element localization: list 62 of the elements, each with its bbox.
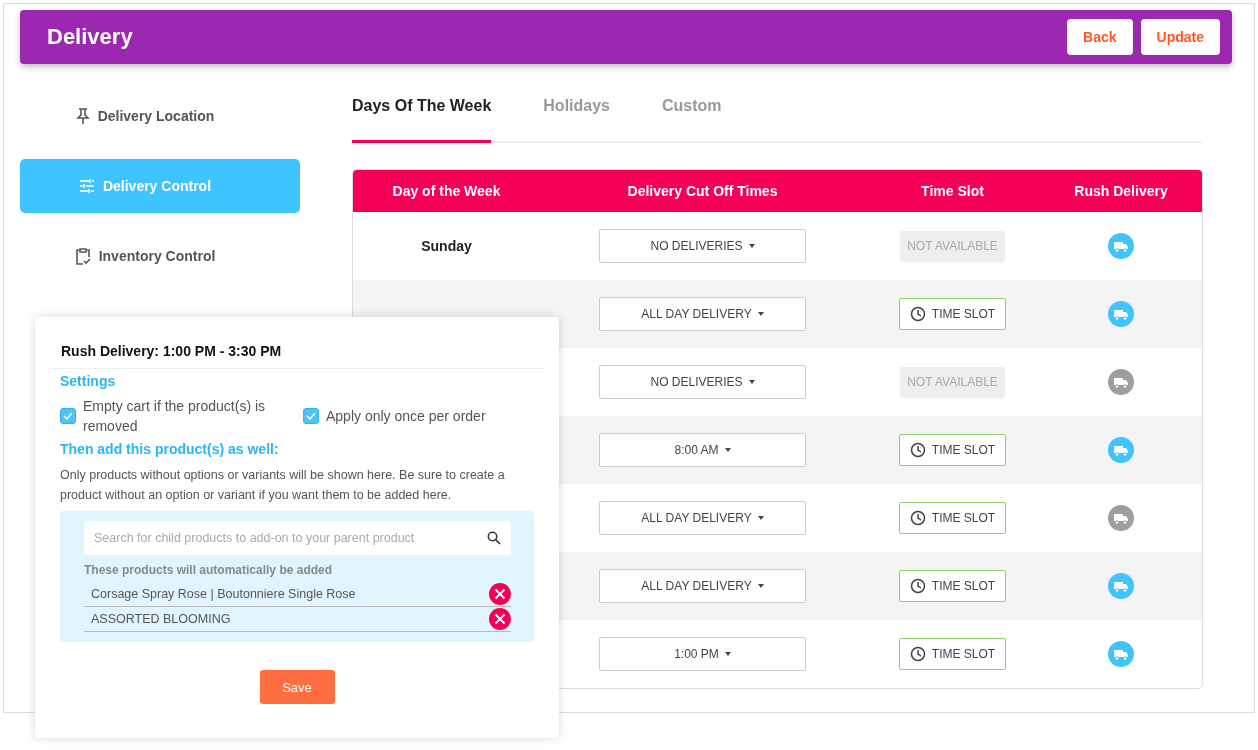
column-header: Delivery Cut Off Times	[627, 183, 778, 199]
cutoff-dropdown[interactable]: ALL DAY DELIVERY	[599, 501, 806, 535]
check-icon	[306, 412, 316, 420]
checkbox[interactable]	[303, 408, 319, 424]
tab[interactable]: Days Of The Week	[352, 89, 492, 143]
not-available-label: NOT AVAILABLE	[900, 366, 1005, 398]
time-slot-button[interactable]: TIME SLOT	[898, 298, 1007, 330]
section-heading: Settings	[60, 373, 117, 389]
remove-icon[interactable]	[489, 583, 511, 605]
section-heading: Then add this product(s) as well:	[60, 441, 280, 457]
page-title: Delivery	[47, 24, 133, 50]
product-name: ASSORTED BLOOMING	[91, 612, 231, 626]
truck-icon[interactable]	[1108, 505, 1134, 531]
check-icon	[63, 412, 73, 420]
clock-icon	[909, 578, 926, 594]
time-slot-button[interactable]: TIME SLOT	[898, 570, 1007, 602]
truck-icon[interactable]	[1108, 233, 1134, 259]
checkbox-label: Apply only once per order	[326, 407, 486, 426]
day-name: Sunday	[421, 238, 472, 254]
caret-icon	[757, 312, 764, 316]
truck-icon[interactable]	[1108, 369, 1134, 395]
time-slot-button[interactable]: TIME SLOT	[898, 502, 1007, 534]
pin-icon	[75, 107, 90, 125]
truck-icon[interactable]	[1108, 437, 1134, 463]
caret-icon	[757, 584, 764, 588]
products-label: These products will automatically be added	[84, 563, 334, 577]
sliders-icon	[78, 178, 95, 194]
caret-icon	[748, 380, 755, 384]
clipboard-icon	[74, 247, 91, 265]
caret-icon	[757, 516, 764, 520]
caret-icon	[748, 244, 755, 248]
popup-title: Rush Delivery: 1:00 PM - 3:30 PM	[50, 343, 544, 369]
clock-icon	[909, 646, 926, 662]
column-header: Time Slot	[921, 183, 984, 199]
clock-icon	[909, 306, 926, 322]
search-field[interactable]: Search for child products to add-on to your parent product	[84, 521, 511, 555]
clock-icon	[909, 442, 926, 458]
checkbox-label: Empty cart if the product(s) is removed	[83, 397, 267, 436]
truck-icon[interactable]	[1108, 301, 1134, 327]
help-text: Only products without options or variants will be shown here. Be sure to create a product without an option or variant if you want them to be added here.	[60, 467, 506, 504]
cutoff-dropdown[interactable]: NO DELIVERIES	[599, 365, 806, 399]
cutoff-dropdown[interactable]: 8:00 AM	[599, 433, 806, 467]
clock-icon	[909, 510, 926, 526]
cutoff-dropdown[interactable]: NO DELIVERIES	[599, 229, 806, 263]
column-header: Rush Delivery	[1074, 183, 1168, 199]
checkbox[interactable]	[60, 408, 76, 424]
not-available-label: NOT AVAILABLE	[900, 230, 1005, 262]
remove-icon[interactable]	[489, 608, 511, 630]
search-icon	[487, 531, 501, 545]
truck-icon[interactable]	[1108, 573, 1134, 599]
cutoff-dropdown[interactable]: ALL DAY DELIVERY	[599, 297, 806, 331]
product-name: Corsage Spray Rose | Boutonniere Single Rose	[91, 587, 356, 601]
caret-icon	[724, 652, 731, 656]
time-slot-button[interactable]: TIME SLOT	[898, 434, 1007, 466]
column-header: Day of the Week	[392, 183, 501, 199]
cutoff-dropdown[interactable]: ALL DAY DELIVERY	[599, 569, 806, 603]
sidebar-item[interactable]: Delivery Location	[20, 89, 300, 143]
caret-icon	[724, 448, 731, 452]
time-slot-button[interactable]: TIME SLOT	[898, 638, 1007, 670]
sidebar-item[interactable]: Inventory Control	[20, 229, 300, 283]
cutoff-dropdown[interactable]: 1:00 PM	[599, 637, 806, 671]
truck-icon[interactable]	[1108, 641, 1134, 667]
